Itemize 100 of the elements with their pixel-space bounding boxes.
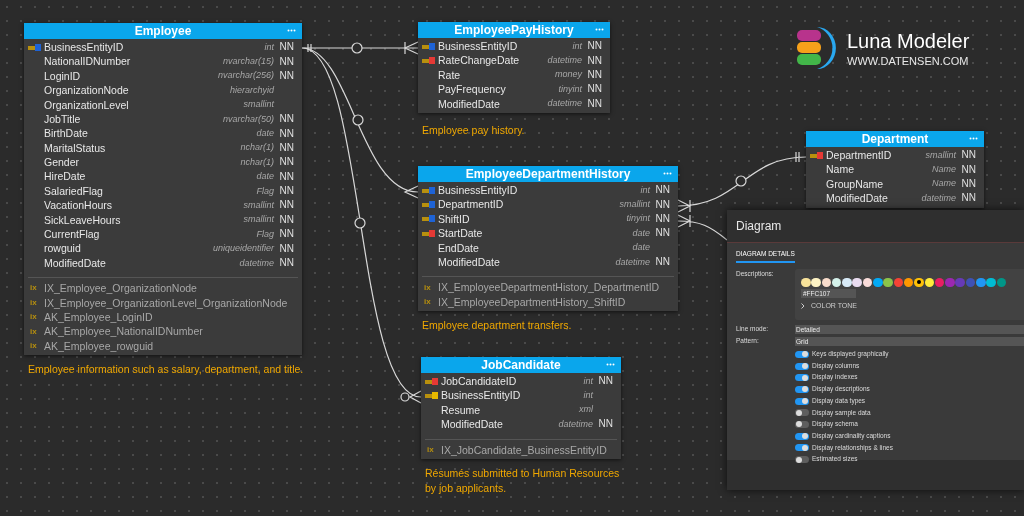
table-card[interactable] [418, 166, 678, 312]
chevron-icon [801, 302, 805, 309]
column-type: int [583, 391, 593, 401]
table-description: Employee pay history. [422, 123, 526, 138]
column-type: nvarchar(15) [222, 57, 274, 67]
not-null-label: NN [279, 70, 294, 81]
color-swatch[interactable] [831, 277, 842, 287]
color-swatch[interactable] [914, 277, 924, 287]
column-name: VacationHours [44, 200, 114, 211]
not-null-label: NN [279, 200, 294, 211]
color-swatch[interactable] [903, 277, 914, 287]
table-card[interactable] [24, 23, 302, 356]
index-icon: ix [28, 327, 44, 336]
not-null-label: NN [279, 128, 294, 139]
toggle-switch[interactable] [795, 350, 809, 358]
ellipsis-icon[interactable] [595, 28, 604, 31]
column-name: MaritalStatus [44, 142, 107, 154]
index-icon: ix [28, 284, 44, 293]
color-swatch[interactable] [965, 277, 976, 287]
relationship-line[interactable] [301, 47, 419, 199]
color-swatch[interactable] [955, 277, 965, 287]
column-name: ModifiedDate [44, 257, 107, 269]
column-type: int [572, 41, 582, 51]
not-null-label: NN [655, 199, 670, 210]
not-null-label: NN [279, 171, 294, 182]
color-swatch[interactable] [811, 277, 821, 287]
not-null-label: NN [655, 228, 670, 239]
color-swatch[interactable] [842, 277, 852, 287]
index-icon: ix [28, 342, 44, 350]
ellipsis-icon[interactable] [663, 172, 672, 175]
color-swatch[interactable] [883, 277, 893, 287]
index-icon: ix [28, 313, 44, 322]
table-description: Résumés submitted to Human Resources by job applicants. [425, 466, 621, 496]
color-swatch[interactable] [873, 277, 883, 287]
color-swatch[interactable] [924, 277, 935, 287]
toggle-switch[interactable] [795, 397, 809, 405]
relationship-line[interactable] [301, 47, 422, 404]
toggle-switch[interactable] [795, 444, 809, 452]
toggle-switch[interactable] [795, 385, 809, 393]
ellipsis-icon[interactable] [969, 137, 978, 140]
column-type: money [555, 70, 582, 80]
column-name: Gender [44, 157, 81, 168]
color-swatch[interactable] [945, 277, 955, 287]
column-name: BusinessEntityID [44, 41, 125, 53]
column-type: datetime [615, 257, 650, 267]
column-name: HireDate [44, 171, 87, 182]
not-null-label: NN [587, 69, 602, 80]
column-name: RateChangeDate [438, 55, 521, 66]
column-type: nvarchar(256) [217, 71, 274, 81]
not-null-label: NN [587, 84, 602, 95]
relationship-line[interactable] [677, 214, 728, 241]
toggle-switch[interactable] [795, 374, 809, 382]
toggle-switch[interactable] [795, 362, 809, 370]
relationship-line[interactable] [301, 41, 419, 55]
not-null-label: NN [961, 150, 976, 161]
color-swatch[interactable] [996, 277, 1007, 287]
color-swatch[interactable] [934, 277, 945, 287]
column-name: CurrentFlag [44, 229, 101, 240]
table-card[interactable]: JobCandidate JobCandidateID int NN BusinessEntityID int Resume xml ModifiedDate datetime NN ix IX_JobCandidate_BusinessEntityID [421, 357, 621, 459]
column-name: OrganizationLevel [44, 99, 130, 110]
column-name: EndDate [438, 242, 480, 253]
color-swatch[interactable] [862, 277, 873, 287]
column-name: GroupName [826, 178, 885, 190]
table-description: Employee information such as salary, department, and title. [28, 362, 305, 377]
color-swatch[interactable] [976, 277, 986, 287]
column-type: xml [579, 405, 593, 415]
column-type: Flag [256, 186, 274, 196]
relationship-line[interactable] [677, 151, 807, 213]
color-swatch[interactable] [821, 277, 832, 287]
column-type: date [632, 243, 650, 253]
ellipsis-icon[interactable] [606, 363, 615, 366]
table-card[interactable]: EmployeePayHistory BusinessEntityID int NN RateChangeDate datetime NN Rate money NN PayFrequency tinyint NN ModifiedDate datetime NN [418, 22, 610, 113]
index-name: IX_JobCandidate_BusinessEntityID [441, 444, 607, 455]
toggle-switch[interactable] [795, 456, 809, 464]
toggle-switch[interactable] [795, 420, 809, 428]
table-description: Employee department transfers. [422, 318, 573, 333]
column-name: SalariedFlag [44, 185, 104, 197]
column-name: NationalIDNumber [44, 56, 132, 67]
column-type: smallint [243, 215, 274, 225]
color-swatch[interactable] [986, 277, 996, 287]
not-null-label: NN [279, 42, 294, 53]
column-name: JobCandidateID [441, 375, 518, 387]
ellipsis-icon[interactable] [287, 29, 296, 32]
table-card[interactable]: Department DepartmentID smallint NN Name Name NN GroupName Name NN ModifiedDate datetime NN [806, 131, 984, 208]
column-name: OrganizationNode [44, 85, 130, 96]
color-swatch[interactable] [852, 277, 862, 287]
index-icon: ix [422, 283, 438, 292]
not-null-label: NN [598, 419, 613, 430]
column-name: BusinessEntityID [438, 40, 519, 52]
index-name: IX_Employee_OrganizationLevel_OrganizationNode [44, 297, 288, 309]
column-type: int [640, 185, 650, 195]
color-swatch[interactable] [801, 277, 811, 287]
column-name: ModifiedDate [438, 98, 501, 109]
not-null-label: NN [279, 157, 294, 168]
column-name: Resume [441, 404, 482, 416]
column-type: hierarchyid [229, 85, 274, 95]
color-swatch[interactable] [893, 277, 904, 287]
toggle-switch[interactable] [795, 432, 809, 440]
not-null-label: NN [279, 214, 294, 225]
toggle-switch[interactable] [795, 409, 809, 417]
